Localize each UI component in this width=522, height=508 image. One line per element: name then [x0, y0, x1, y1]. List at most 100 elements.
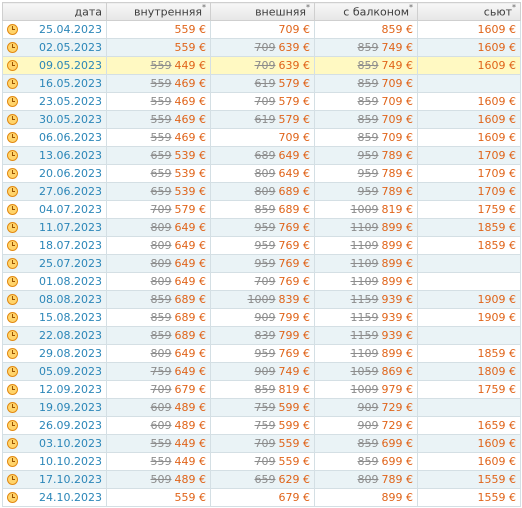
header-date[interactable]: дата — [2, 2, 107, 21]
current-price: 1609 € — [477, 455, 517, 468]
departure-date-cell[interactable]: 27.06.2023 — [2, 182, 107, 201]
table-row[interactable]: 03.10.2023 559 449 €709 559 €859 699 €1609 € — [2, 434, 521, 453]
table-row[interactable]: 02.05.2023 559 €709 639 €859 749 €1609 € — [2, 38, 521, 57]
departure-date-cell[interactable]: 08.08.2023 — [2, 290, 107, 309]
departure-date[interactable]: 25.07.2023 — [39, 257, 102, 270]
departure-date[interactable]: 27.06.2023 — [39, 185, 102, 198]
current-price: 649 € — [174, 257, 207, 270]
departure-date-cell[interactable]: 26.09.2023 — [2, 416, 107, 435]
departure-date[interactable]: 10.10.2023 — [39, 455, 102, 468]
table-row[interactable]: 25.07.2023 809 649 €959 769 €1109 899 € — [2, 254, 521, 273]
departure-date[interactable]: 16.05.2023 — [39, 77, 102, 90]
current-price: 599 € — [278, 401, 311, 414]
clock-icon — [7, 150, 18, 161]
departure-date-cell[interactable]: 30.05.2023 — [2, 110, 107, 129]
departure-date-cell[interactable]: 17.10.2023 — [2, 470, 107, 489]
header-inside-cabin[interactable]: внутренняя* — [106, 2, 211, 21]
departure-date-cell[interactable]: 05.09.2023 — [2, 362, 107, 381]
departure-date[interactable]: 23.05.2023 — [39, 95, 102, 108]
departure-date[interactable]: 04.07.2023 — [39, 203, 102, 216]
departure-date[interactable]: 26.09.2023 — [39, 419, 102, 432]
table-row[interactable]: 13.06.2023 659 539 €689 649 €959 789 €1709 € — [2, 146, 521, 165]
departure-date[interactable]: 20.06.2023 — [39, 167, 102, 180]
departure-date[interactable]: 08.08.2023 — [39, 293, 102, 306]
table-row[interactable]: 17.10.2023 509 489 €659 629 €809 789 €1559 € — [2, 470, 521, 489]
current-price: 899 € — [381, 347, 414, 360]
departure-date-cell[interactable]: 06.06.2023 — [2, 128, 107, 147]
departure-date[interactable]: 25.04.2023 — [39, 23, 102, 36]
header-outside-cabin[interactable]: внешняя* — [210, 2, 315, 21]
table-row[interactable]: 19.09.2023 609 489 €759 599 €909 729 € — [2, 398, 521, 417]
departure-date[interactable]: 15.08.2023 — [39, 311, 102, 324]
table-row[interactable]: 05.09.2023 759 649 €909 749 €1059 869 €1809 … — [2, 362, 521, 381]
table-row[interactable]: 18.07.2023 809 649 €959 769 €1109 899 €1859 … — [2, 236, 521, 255]
departure-date-cell[interactable]: 13.06.2023 — [2, 146, 107, 165]
departure-date[interactable]: 24.10.2023 — [39, 491, 102, 504]
departure-date[interactable]: 13.06.2023 — [39, 149, 102, 162]
table-row[interactable]: 08.08.2023 859 689 €1009 839 €1159 939 €1909… — [2, 290, 521, 309]
table-row[interactable]: 12.09.2023 709 679 €859 819 €1009 979 €1759 … — [2, 380, 521, 399]
departure-date[interactable]: 29.08.2023 — [39, 347, 102, 360]
table-row[interactable]: 22.08.2023 859 689 €839 799 €1159 939 € — [2, 326, 521, 345]
table-row[interactable]: 27.06.2023 659 539 €809 689 €959 789 €1709 € — [2, 182, 521, 201]
balcony-price-cell: 1009 819 € — [314, 200, 418, 219]
table-row[interactable]: 20.06.2023 659 539 €809 649 €959 789 €1709 € — [2, 164, 521, 183]
departure-date-cell[interactable]: 22.08.2023 — [2, 326, 107, 345]
departure-date-cell[interactable]: 20.06.2023 — [2, 164, 107, 183]
table-row[interactable]: 29.08.2023 809 649 €959 769 €1109 899 €1859 … — [2, 344, 521, 363]
current-price: 769 € — [278, 257, 311, 270]
clock-icon — [7, 366, 18, 377]
departure-date-cell[interactable]: 10.10.2023 — [2, 452, 107, 471]
table-row[interactable]: 24.10.2023 559 € 679 € 899 € 1559 € — [2, 488, 521, 507]
header-suite[interactable]: сьют* — [417, 2, 521, 21]
departure-date-cell[interactable]: 03.10.2023 — [2, 434, 107, 453]
departure-date-cell[interactable]: 11.07.2023 — [2, 218, 107, 237]
departure-date[interactable]: 17.10.2023 — [39, 473, 102, 486]
old-price: 509 — [150, 473, 172, 486]
table-row[interactable]: 25.04.2023 559 € 709 € 859 € 1609 € — [2, 20, 521, 39]
departure-date-cell[interactable]: 23.05.2023 — [2, 92, 107, 111]
table-row[interactable]: 30.05.2023 559 469 €619 579 €859 709 €1609 € — [2, 110, 521, 129]
departure-date-cell[interactable]: 24.10.2023 — [2, 488, 107, 507]
departure-date-cell[interactable]: 19.09.2023 — [2, 398, 107, 417]
departure-date[interactable]: 06.06.2023 — [39, 131, 102, 144]
old-price: 659 — [254, 473, 276, 486]
departure-date[interactable]: 18.07.2023 — [39, 239, 102, 252]
departure-date[interactable]: 01.08.2023 — [39, 275, 102, 288]
old-price: 709 — [254, 95, 276, 108]
departure-date[interactable]: 02.05.2023 — [39, 41, 102, 54]
departure-date-cell[interactable]: 12.09.2023 — [2, 380, 107, 399]
departure-date[interactable]: 03.10.2023 — [39, 437, 102, 450]
table-row[interactable]: 10.10.2023 559 449 €709 559 €859 699 €1609 € — [2, 452, 521, 471]
table-row[interactable]: 16.05.2023 559 469 €619 579 €859 709 € — [2, 74, 521, 93]
departure-date-cell[interactable]: 02.05.2023 — [2, 38, 107, 57]
departure-date-cell[interactable]: 25.04.2023 — [2, 20, 107, 39]
table-row[interactable]: 09.05.2023 559 449 €709 639 €859 749 €1609 € — [2, 56, 521, 75]
header-balcony-cabin[interactable]: с балконом* — [314, 2, 418, 21]
departure-date-cell[interactable]: 18.07.2023 — [2, 236, 107, 255]
table-row[interactable]: 04.07.2023 709 579 €859 689 €1009 819 €1759 … — [2, 200, 521, 219]
departure-date[interactable]: 11.07.2023 — [39, 221, 102, 234]
departure-date[interactable]: 05.09.2023 — [39, 365, 102, 378]
departure-date[interactable]: 30.05.2023 — [39, 113, 102, 126]
table-row[interactable]: 06.06.2023 559 469 €709 €859 709 €1609 € — [2, 128, 521, 147]
departure-date-cell[interactable]: 25.07.2023 — [2, 254, 107, 273]
table-row[interactable]: 26.09.2023 609 489 €759 599 €909 729 €1659 € — [2, 416, 521, 435]
departure-date[interactable]: 19.09.2023 — [39, 401, 102, 414]
table-row[interactable]: 11.07.2023 809 649 €959 769 €1109 899 €1859 … — [2, 218, 521, 237]
table-row[interactable]: 15.08.2023 859 689 €909 799 €1159 939 €1909 … — [2, 308, 521, 327]
departure-date-cell[interactable]: 29.08.2023 — [2, 344, 107, 363]
departure-date[interactable]: 09.05.2023 — [39, 59, 102, 72]
table-row[interactable]: 23.05.2023 559 469 €709 579 €859 709 €1609 € — [2, 92, 521, 111]
old-price: 859 — [357, 41, 379, 54]
departure-date-cell[interactable]: 09.05.2023 — [2, 56, 107, 75]
old-price: 609 — [150, 419, 172, 432]
departure-date-cell[interactable]: 15.08.2023 — [2, 308, 107, 327]
departure-date-cell[interactable]: 16.05.2023 — [2, 74, 107, 93]
current-price: 579 € — [174, 203, 207, 216]
departure-date[interactable]: 12.09.2023 — [39, 383, 102, 396]
departure-date-cell[interactable]: 04.07.2023 — [2, 200, 107, 219]
table-row[interactable]: 01.08.2023 809 649 €709 769 €1109 899 € — [2, 272, 521, 291]
departure-date[interactable]: 22.08.2023 — [39, 329, 102, 342]
departure-date-cell[interactable]: 01.08.2023 — [2, 272, 107, 291]
